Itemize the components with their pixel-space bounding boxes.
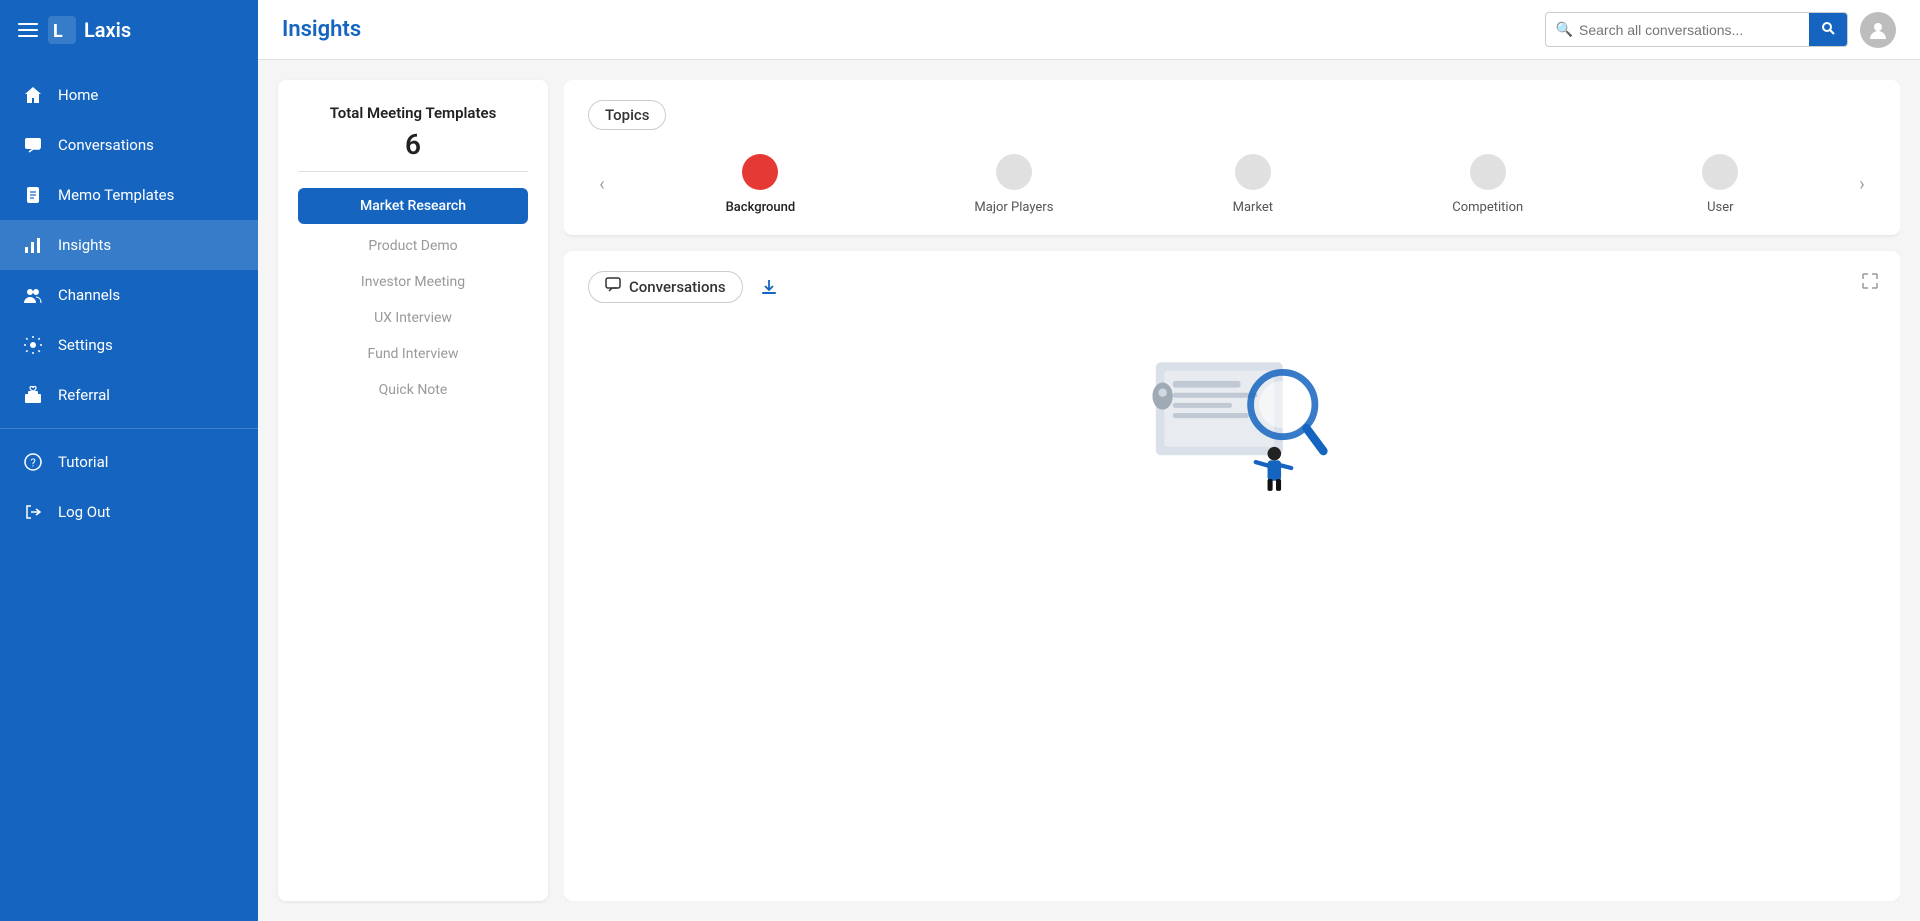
topbar: Insights 🔍 bbox=[258, 0, 1920, 60]
sidebar-item-settings[interactable]: Settings bbox=[0, 320, 258, 370]
topic-circle-major-players bbox=[996, 154, 1032, 190]
sidebar-label-conversations: Conversations bbox=[58, 136, 154, 154]
sidebar-label-insights: Insights bbox=[58, 236, 111, 254]
topic-item-competition[interactable]: Competition bbox=[1452, 154, 1523, 215]
templates-panel: Total Meeting Templates 6 Market Researc… bbox=[278, 80, 548, 901]
question-icon: ? bbox=[22, 451, 44, 473]
bar-chart-icon bbox=[22, 234, 44, 256]
user-avatar[interactable] bbox=[1860, 12, 1896, 48]
conversations-title: Conversations bbox=[629, 278, 726, 296]
template-item-fund-interview[interactable]: Fund Interview bbox=[298, 336, 528, 372]
content-area: Total Meeting Templates 6 Market Researc… bbox=[258, 60, 1920, 921]
sidebar-label-home: Home bbox=[58, 86, 98, 104]
sidebar-item-conversations[interactable]: Conversations bbox=[0, 120, 258, 170]
expand-button[interactable] bbox=[1860, 271, 1880, 296]
gift-icon bbox=[22, 384, 44, 406]
topic-item-major-players[interactable]: Major Players bbox=[974, 154, 1053, 215]
templates-count: 6 bbox=[298, 128, 528, 161]
topic-circle-competition bbox=[1470, 154, 1506, 190]
sidebar-label-settings: Settings bbox=[58, 336, 113, 354]
topic-label-user: User bbox=[1707, 200, 1733, 215]
sidebar-item-tutorial[interactable]: ? Tutorial bbox=[0, 437, 258, 487]
sidebar-label-channels: Channels bbox=[58, 286, 120, 304]
topics-title: Topics bbox=[588, 100, 666, 130]
conversations-title-btn[interactable]: Conversations bbox=[588, 271, 743, 303]
svg-text:?: ? bbox=[31, 457, 36, 470]
chat-icon bbox=[22, 134, 44, 156]
sidebar-item-logout[interactable]: Log Out bbox=[0, 487, 258, 537]
laxis-logo-icon: L bbox=[48, 16, 76, 44]
sidebar: L Laxis Home Conversations Memo Template… bbox=[0, 0, 258, 921]
page-title: Insights bbox=[282, 17, 1533, 42]
search-input[interactable] bbox=[1579, 22, 1799, 38]
topic-item-market[interactable]: Market bbox=[1233, 154, 1273, 215]
prev-arrow[interactable]: ‹ bbox=[588, 171, 616, 199]
sidebar-nav: Home Conversations Memo Templates Insigh… bbox=[0, 60, 258, 921]
topics-list: Background Major Players Market bbox=[616, 154, 1848, 215]
topic-circle-user bbox=[1702, 154, 1738, 190]
svg-text:L: L bbox=[53, 21, 63, 42]
document-icon bbox=[22, 184, 44, 206]
search-icon: 🔍 bbox=[1556, 22, 1573, 38]
sidebar-item-insights[interactable]: Insights bbox=[0, 220, 258, 270]
empty-illustration bbox=[588, 323, 1876, 503]
sidebar-label-tutorial: Tutorial bbox=[58, 453, 108, 471]
template-item-product-demo[interactable]: Product Demo bbox=[298, 228, 528, 264]
brand-name: Laxis bbox=[84, 18, 131, 42]
people-icon bbox=[22, 284, 44, 306]
topic-label-background: Background bbox=[726, 200, 796, 215]
conversations-header: Conversations bbox=[588, 271, 1876, 303]
sidebar-label-logout: Log Out bbox=[58, 503, 110, 521]
topic-label-major-players: Major Players bbox=[974, 200, 1053, 215]
template-item-ux-interview[interactable]: UX Interview bbox=[298, 300, 528, 336]
sidebar-item-referral[interactable]: Referral bbox=[0, 370, 258, 420]
hamburger-menu[interactable] bbox=[18, 23, 38, 37]
nav-divider bbox=[0, 428, 258, 429]
sidebar-label-referral: Referral bbox=[58, 386, 110, 404]
sidebar-item-memo-templates[interactable]: Memo Templates bbox=[0, 170, 258, 220]
template-item-quick-note[interactable]: Quick Note bbox=[298, 372, 528, 408]
topic-label-competition: Competition bbox=[1452, 200, 1523, 215]
topic-circle-market bbox=[1235, 154, 1271, 190]
right-panel: Topics ‹ Background Major Players bbox=[564, 80, 1900, 901]
download-button[interactable] bbox=[753, 271, 785, 303]
sidebar-header: L Laxis bbox=[0, 0, 258, 60]
topics-card: Topics ‹ Background Major Players bbox=[564, 80, 1900, 235]
templates-count-label: Total Meeting Templates bbox=[298, 104, 528, 122]
gear-icon bbox=[22, 334, 44, 356]
sidebar-item-channels[interactable]: Channels bbox=[0, 270, 258, 320]
chat-bubble-icon bbox=[605, 277, 621, 297]
logo-area: L Laxis bbox=[48, 16, 131, 44]
search-button[interactable] bbox=[1809, 13, 1847, 46]
home-icon bbox=[22, 84, 44, 106]
sidebar-item-home[interactable]: Home bbox=[0, 70, 258, 120]
topic-label-market: Market bbox=[1233, 200, 1273, 215]
template-item-investor-meeting[interactable]: Investor Meeting bbox=[298, 264, 528, 300]
topics-header: Topics bbox=[588, 100, 1876, 130]
templates-divider bbox=[298, 171, 528, 172]
topic-item-background[interactable]: Background bbox=[726, 154, 796, 215]
sidebar-label-memo-templates: Memo Templates bbox=[58, 186, 174, 204]
search-input-wrap: 🔍 bbox=[1546, 22, 1809, 38]
logout-icon bbox=[22, 501, 44, 523]
search-container: 🔍 bbox=[1545, 12, 1848, 47]
conversations-card: Conversations bbox=[564, 251, 1900, 901]
topic-item-user[interactable]: User bbox=[1702, 154, 1738, 215]
topic-circle-background bbox=[742, 154, 778, 190]
template-item-market-research[interactable]: Market Research bbox=[298, 188, 528, 224]
topics-carousel: ‹ Background Major Players bbox=[588, 154, 1876, 215]
main-content: Insights 🔍 Total Meeting Templates 6 Mar… bbox=[258, 0, 1920, 921]
empty-state-svg bbox=[1122, 323, 1342, 503]
next-arrow[interactable]: › bbox=[1848, 171, 1876, 199]
